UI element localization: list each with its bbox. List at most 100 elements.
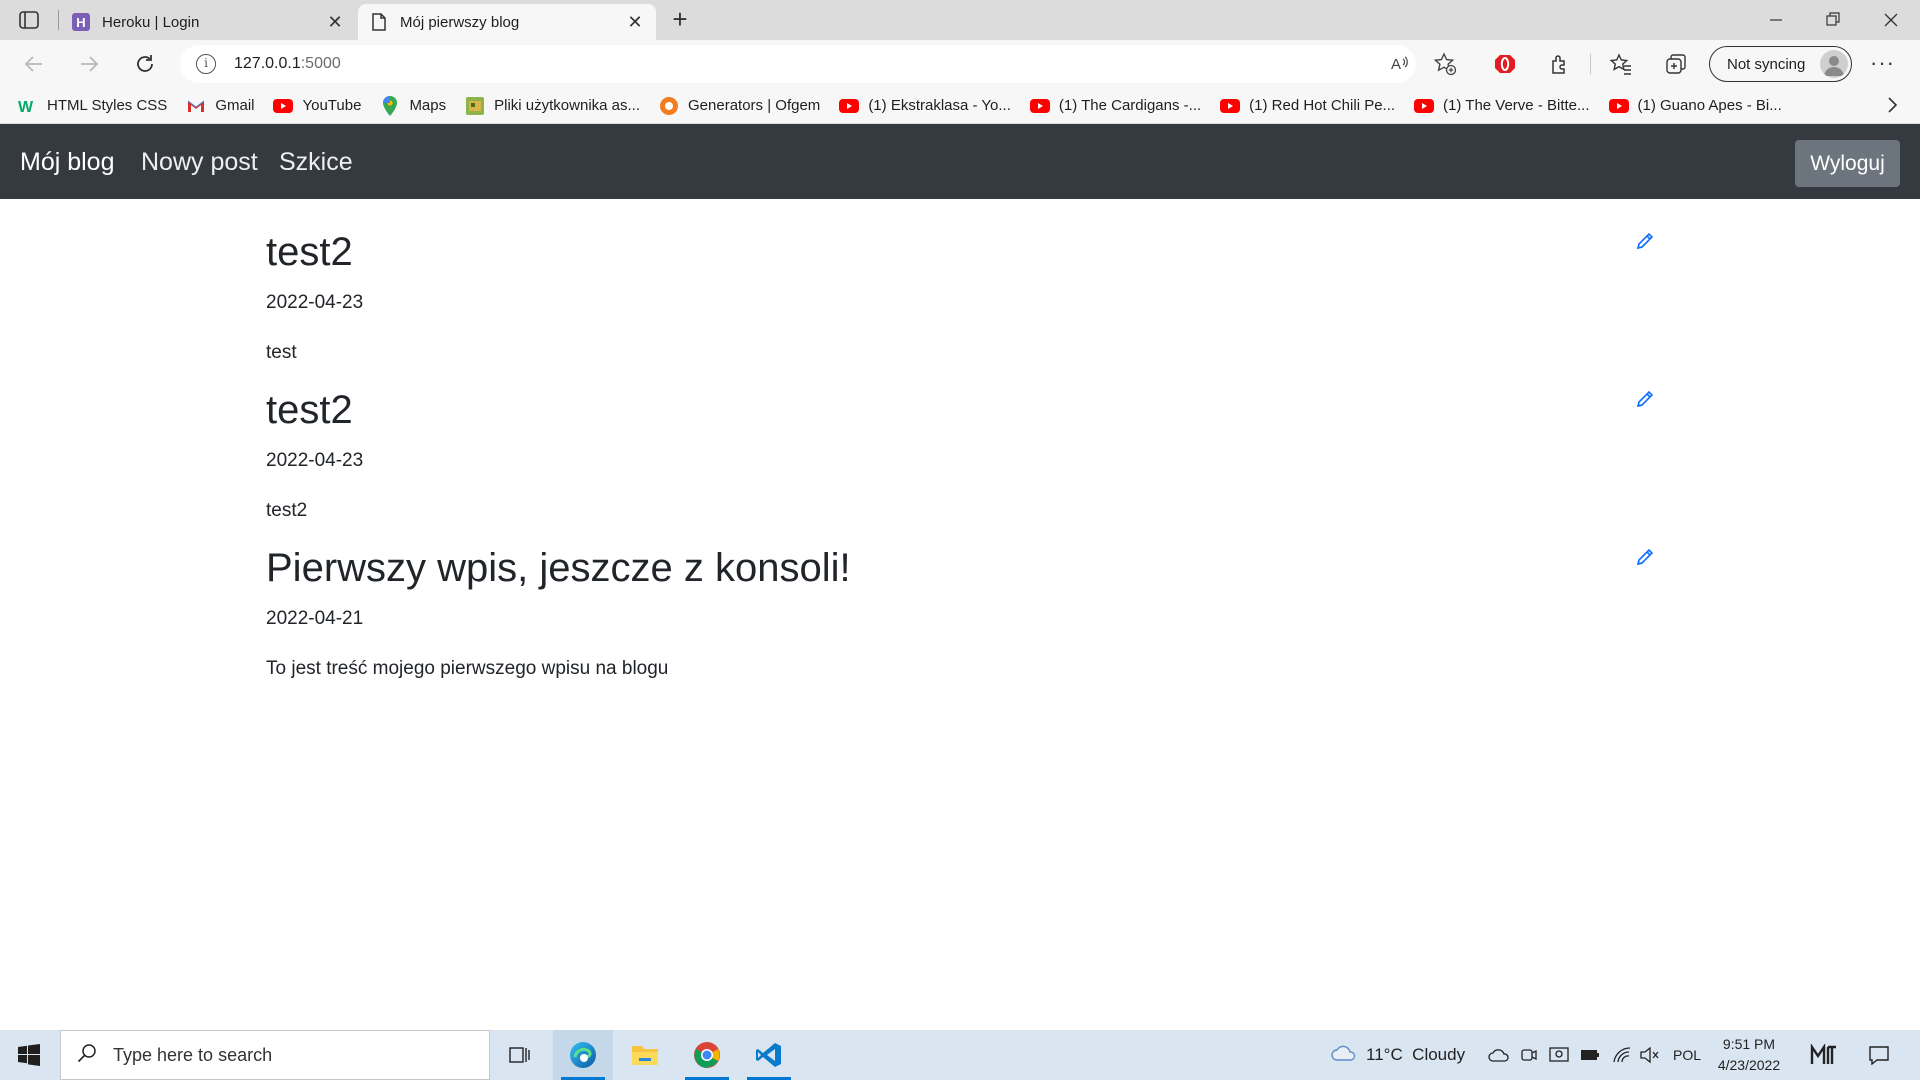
- clock[interactable]: 9:51 PM 4/23/2022: [1710, 1034, 1788, 1076]
- tab-separator: [58, 10, 59, 30]
- windows-start-icon[interactable]: [18, 1044, 40, 1066]
- close-window-icon[interactable]: [1878, 8, 1904, 32]
- task-view-icon[interactable]: [490, 1030, 550, 1080]
- bookmark-item[interactable]: (1) Red Hot Chili Pe...: [1220, 96, 1395, 116]
- speaker-muted-icon[interactable]: [1639, 1030, 1659, 1080]
- windows-taskbar: Type here to search 11°C Cloudy POL 9:51…: [0, 1030, 1920, 1080]
- post-date: 2022-04-23: [266, 292, 364, 313]
- chevron-right-icon[interactable]: [1886, 96, 1898, 120]
- minimize-icon[interactable]: [1763, 8, 1789, 32]
- bookmarks-bar: W HTML Styles CSS Gmail YouTube Maps Pli…: [0, 88, 1920, 124]
- favorites-icon[interactable]: [1609, 52, 1633, 76]
- close-icon[interactable]: ✕: [326, 12, 344, 32]
- tab-title: Heroku | Login: [102, 13, 200, 31]
- youtube-icon: [273, 96, 294, 116]
- post-title: Pierwszy wpis, jeszcze z konsoli!: [266, 546, 851, 590]
- taskbar-search-input[interactable]: Type here to search: [60, 1030, 490, 1080]
- avatar: [1820, 50, 1848, 78]
- post-title: test2: [266, 388, 353, 432]
- file-explorer-icon[interactable]: [615, 1030, 675, 1080]
- tab-title: Mój pierwszy blog: [400, 13, 520, 31]
- read-aloud-icon[interactable]: A: [1388, 52, 1412, 76]
- bookmark-item[interactable]: Pliki użytkownika as...: [465, 96, 640, 116]
- meet-icon[interactable]: [1521, 1030, 1537, 1080]
- pencil-icon[interactable]: [1634, 230, 1656, 252]
- bookmark-label: Gmail: [215, 97, 255, 114]
- more-options-icon[interactable]: ···: [1870, 50, 1895, 76]
- post-body: To jest treść mojego pierwszego wpisu na…: [266, 658, 669, 679]
- weather-widget[interactable]: 11°C Cloudy: [1330, 1030, 1465, 1080]
- tab-heroku[interactable]: H Heroku | Login ✕: [60, 4, 356, 40]
- nav-link-drafts[interactable]: Szkice: [279, 148, 353, 177]
- post-body: test: [266, 342, 297, 363]
- address-bar[interactable]: i 127.0.0.1:5000: [180, 45, 1416, 83]
- bookmark-item[interactable]: (1) The Verve - Bitte...: [1414, 96, 1590, 116]
- bookmark-item[interactable]: W HTML Styles CSS: [18, 96, 167, 116]
- post-date: 2022-04-23: [266, 450, 364, 471]
- meet-now-icon[interactable]: [1810, 1030, 1838, 1080]
- youtube-icon: [1029, 96, 1050, 116]
- bookmark-label: HTML Styles CSS: [47, 97, 168, 114]
- new-tab-button[interactable]: +: [668, 6, 692, 32]
- heroku-icon: H: [72, 13, 90, 31]
- restore-icon[interactable]: [1820, 8, 1846, 32]
- bookmark-item[interactable]: Gmail: [186, 96, 254, 116]
- notifications-icon[interactable]: [1868, 1030, 1890, 1080]
- youtube-icon: [1608, 96, 1629, 116]
- browser-toolbar: i 127.0.0.1:5000 A Not syncing ···: [0, 40, 1920, 88]
- profile-button[interactable]: Not syncing: [1709, 46, 1852, 82]
- toolbar-divider: [1590, 54, 1591, 74]
- maps-icon: [380, 95, 400, 116]
- tab-blog[interactable]: Mój pierwszy blog ✕: [358, 4, 656, 40]
- post-body: test2: [266, 500, 308, 521]
- tab-actions-icon[interactable]: [18, 10, 40, 30]
- add-favorite-icon[interactable]: [1433, 52, 1457, 76]
- files-icon: [465, 96, 485, 116]
- bookmark-item[interactable]: (1) Ekstraklasa - Yo...: [839, 96, 1011, 116]
- gmail-icon: [186, 96, 206, 116]
- bookmark-item[interactable]: (1) The Cardigans -...: [1029, 96, 1201, 116]
- bookmark-label: Pliki użytkownika as...: [494, 97, 641, 114]
- youtube-icon: [1414, 96, 1435, 116]
- youtube-icon: [839, 96, 860, 116]
- post-item: test2 2022-04-23 test: [266, 230, 1656, 380]
- security-icon[interactable]: [1549, 1030, 1569, 1080]
- w3schools-icon: W: [18, 96, 38, 116]
- svg-text:W: W: [18, 99, 34, 114]
- onedrive-icon[interactable]: [1488, 1030, 1510, 1080]
- language-indicator[interactable]: POL: [1673, 1030, 1701, 1080]
- chrome-icon[interactable]: [677, 1030, 737, 1080]
- url-text: 127.0.0.1:5000: [234, 55, 341, 73]
- collections-icon[interactable]: [1664, 52, 1688, 76]
- weather-text: 11°C Cloudy: [1366, 1045, 1466, 1064]
- battery-icon[interactable]: [1580, 1030, 1600, 1080]
- bookmark-item[interactable]: Maps: [380, 95, 446, 116]
- logout-button[interactable]: Wyloguj: [1795, 140, 1900, 187]
- pencil-icon[interactable]: [1634, 388, 1656, 410]
- site-info-icon[interactable]: i: [196, 54, 216, 74]
- extensions-icon[interactable]: [1548, 52, 1572, 76]
- bookmark-label: (1) The Verve - Bitte...: [1443, 97, 1590, 114]
- ofgem-icon: [659, 96, 679, 116]
- forward-arrow-icon[interactable]: [75, 50, 103, 78]
- clock-time: 9:51 PM: [1722, 1036, 1776, 1052]
- youtube-icon: [1220, 96, 1241, 116]
- opera-extension-icon[interactable]: [1493, 52, 1517, 76]
- refresh-icon[interactable]: [131, 50, 159, 78]
- nav-link-new-post[interactable]: Nowy post: [141, 148, 258, 177]
- svg-text:A: A: [1391, 56, 1401, 73]
- post-title: test2: [266, 230, 353, 274]
- close-icon[interactable]: ✕: [626, 12, 644, 32]
- vscode-icon[interactable]: [739, 1030, 799, 1080]
- wifi-icon[interactable]: [1612, 1030, 1632, 1080]
- bookmark-label: (1) Red Hot Chili Pe...: [1249, 97, 1396, 114]
- bookmark-item[interactable]: (1) Guano Apes - Bi...: [1608, 96, 1782, 116]
- back-arrow-icon[interactable]: [20, 50, 48, 78]
- navbar-brand[interactable]: Mój blog: [20, 148, 115, 177]
- post-item: Pierwszy wpis, jeszcze z konsoli! 2022-0…: [266, 546, 1656, 696]
- bookmark-item[interactable]: YouTube: [273, 96, 361, 116]
- post-date: 2022-04-21: [266, 608, 364, 629]
- pencil-icon[interactable]: [1634, 546, 1656, 568]
- edge-icon[interactable]: [553, 1030, 613, 1080]
- bookmark-item[interactable]: Generators | Ofgem: [659, 96, 820, 116]
